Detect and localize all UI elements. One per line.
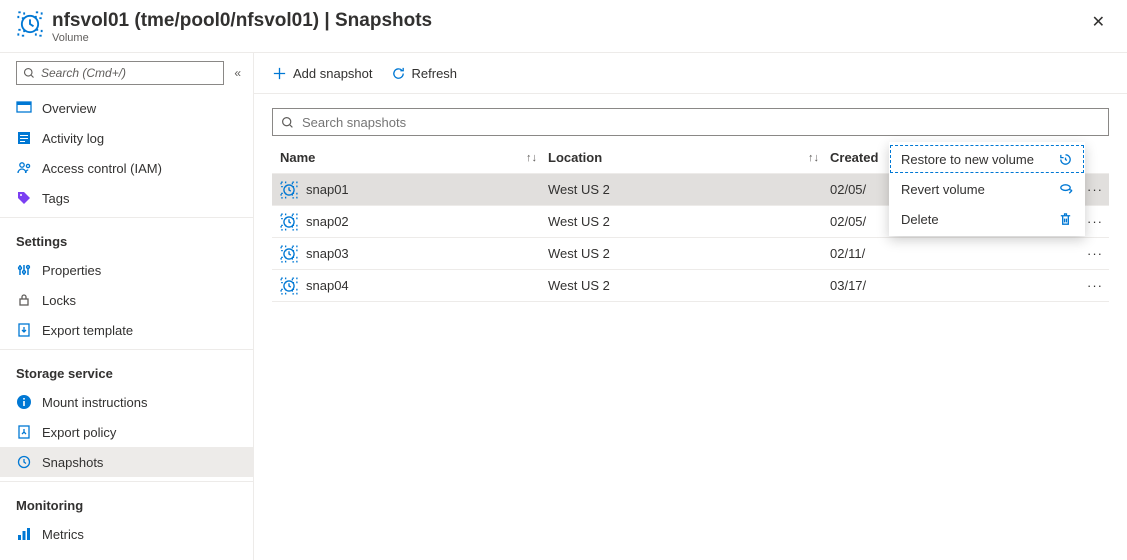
sidebar-item-overview[interactable]: Overview (0, 93, 253, 123)
snapshot-location: West US 2 (548, 246, 808, 261)
row-more-button[interactable]: ··· (1081, 214, 1109, 229)
snapshot-name: snap01 (306, 182, 349, 197)
sidebar-nav: Overview Activity log Access control (IA… (0, 93, 253, 549)
sidebar-search-placeholder: Search (Cmd+/) (41, 66, 126, 80)
snapshot-location: West US 2 (548, 278, 808, 293)
refresh-icon (391, 66, 406, 81)
snapshot-icon (280, 213, 298, 231)
row-more-button[interactable]: ··· (1081, 278, 1109, 293)
locks-icon (16, 292, 32, 308)
snapshot-created: 02/11/ (830, 246, 1059, 261)
page-title: nfsvol01 (tme/pool0/nfsvol01) | Snapshot… (52, 10, 1088, 32)
snapshot-location: West US 2 (548, 182, 808, 197)
column-location[interactable]: Location (548, 150, 602, 165)
refresh-button[interactable]: Refresh (391, 66, 458, 81)
sidebar-collapse-button[interactable]: « (234, 66, 241, 80)
volume-snapshot-icon (16, 10, 44, 38)
sidebar-item-label: Activity log (42, 131, 104, 146)
snapshot-icon (16, 454, 32, 470)
snapshot-location: West US 2 (548, 214, 808, 229)
sidebar-item-label: Overview (42, 101, 96, 116)
sidebar-group-storage-service: Storage service (0, 354, 253, 387)
context-item-label: Restore to new volume (901, 152, 1034, 167)
snapshot-icon (280, 181, 298, 199)
sidebar-item-properties[interactable]: Properties (0, 255, 253, 285)
access-control-icon (16, 160, 32, 176)
context-delete[interactable]: Delete (889, 204, 1085, 234)
overview-icon (16, 100, 32, 116)
export-template-icon (16, 322, 32, 338)
plus-icon (272, 66, 287, 81)
context-item-label: Delete (901, 212, 939, 227)
context-restore-to-new-volume[interactable]: Restore to new volume (889, 144, 1085, 174)
divider (0, 481, 253, 482)
snapshot-name: snap02 (306, 214, 349, 229)
properties-icon (16, 262, 32, 278)
column-created[interactable]: Created (830, 150, 878, 165)
context-revert-volume[interactable]: Revert volume (889, 174, 1085, 204)
snapshot-icon (280, 277, 298, 295)
snapshot-search-input[interactable] (302, 115, 1100, 130)
sidebar-item-snapshots[interactable]: Snapshots (0, 447, 253, 477)
sidebar-item-activity-log[interactable]: Activity log (0, 123, 253, 153)
trash-icon (1058, 212, 1073, 227)
sidebar-search-input[interactable]: Search (Cmd+/) (16, 61, 224, 85)
row-more-button[interactable]: ··· (1081, 246, 1109, 261)
search-icon (23, 67, 35, 79)
tags-icon (16, 190, 32, 206)
divider (0, 217, 253, 218)
toolbar-label: Refresh (412, 66, 458, 81)
snapshot-icon (280, 245, 298, 263)
toolbar-label: Add snapshot (293, 66, 373, 81)
sidebar-item-tags[interactable]: Tags (0, 183, 253, 213)
row-more-button[interactable]: ··· (1081, 182, 1109, 197)
divider (0, 349, 253, 350)
activity-log-icon (16, 130, 32, 146)
toolbar: Add snapshot Refresh (254, 53, 1127, 93)
sidebar-item-label: Tags (42, 191, 69, 206)
metrics-icon (16, 526, 32, 542)
context-item-label: Revert volume (901, 182, 985, 197)
sidebar-item-label: Locks (42, 293, 76, 308)
main-content: Add snapshot Refresh Name ↑↓ Location ↑↓… (254, 53, 1127, 560)
page-header: nfsvol01 (tme/pool0/nfsvol01) | Snapshot… (0, 0, 1127, 53)
sidebar-item-metrics[interactable]: Metrics (0, 519, 253, 549)
snapshot-name: snap03 (306, 246, 349, 261)
snapshot-search-box[interactable] (272, 108, 1109, 136)
sidebar: Search (Cmd+/) « Overview Activity log A… (0, 53, 254, 560)
add-snapshot-button[interactable]: Add snapshot (272, 66, 373, 81)
sidebar-item-label: Properties (42, 263, 101, 278)
sidebar-group-monitoring: Monitoring (0, 486, 253, 519)
sidebar-item-label: Export policy (42, 425, 116, 440)
close-button[interactable]: ✕ (1088, 10, 1109, 34)
revert-icon (1058, 182, 1073, 197)
sidebar-item-access-control[interactable]: Access control (IAM) (0, 153, 253, 183)
sidebar-item-locks[interactable]: Locks (0, 285, 253, 315)
sidebar-group-settings: Settings (0, 222, 253, 255)
row-context-menu: Restore to new volume Revert volume Dele… (889, 142, 1085, 236)
info-icon (16, 394, 32, 410)
table-row[interactable]: snap03 West US 2 02/11/ ··· (272, 238, 1109, 270)
sidebar-item-label: Metrics (42, 527, 84, 542)
sidebar-item-mount-instructions[interactable]: Mount instructions (0, 387, 253, 417)
search-icon (281, 116, 294, 129)
restore-icon (1058, 152, 1073, 167)
snapshot-name: snap04 (306, 278, 349, 293)
sidebar-item-label: Access control (IAM) (42, 161, 162, 176)
sidebar-item-label: Export template (42, 323, 133, 338)
sort-toggle-icon[interactable]: ↑↓ (526, 152, 548, 164)
sidebar-item-label: Snapshots (42, 455, 103, 470)
snapshot-created: 03/17/ (830, 278, 1059, 293)
sidebar-item-export-template[interactable]: Export template (0, 315, 253, 345)
sidebar-item-label: Mount instructions (42, 395, 148, 410)
sort-toggle-icon[interactable]: ↑↓ (808, 152, 830, 164)
page-subtitle: Volume (52, 32, 1088, 44)
table-row[interactable]: snap04 West US 2 03/17/ ··· (272, 270, 1109, 302)
column-name[interactable]: Name (280, 150, 315, 165)
export-policy-icon (16, 424, 32, 440)
sidebar-item-export-policy[interactable]: Export policy (0, 417, 253, 447)
